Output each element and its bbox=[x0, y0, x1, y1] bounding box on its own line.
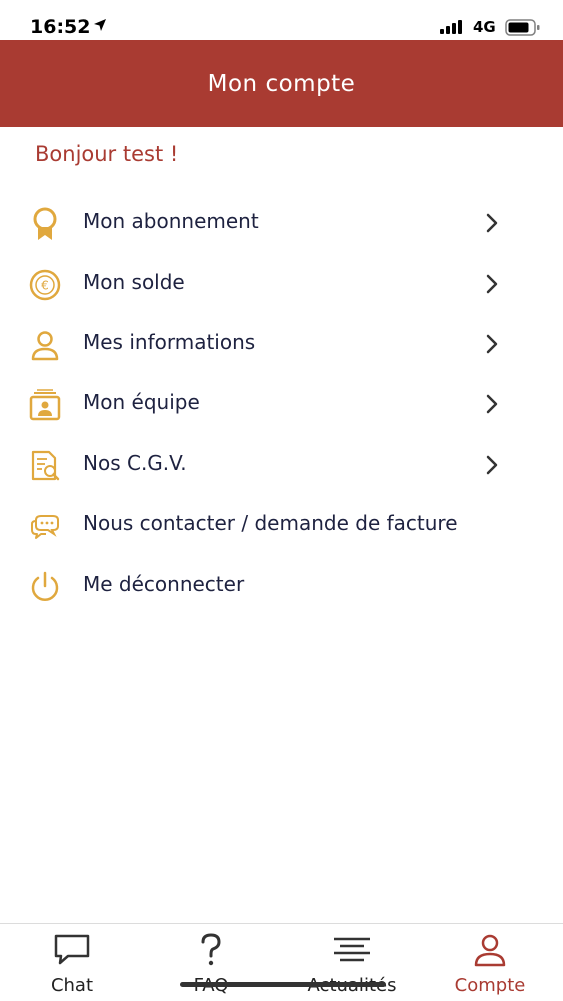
home-indicator[interactable] bbox=[180, 982, 386, 987]
power-icon bbox=[31, 571, 59, 601]
user-icon bbox=[474, 934, 506, 967]
menu-item-label: Mon équipe bbox=[83, 390, 200, 414]
tab-label: Chat bbox=[50, 975, 94, 996]
status-time: 16:52 bbox=[30, 16, 91, 38]
menu-item-label: Mon abonnement bbox=[83, 209, 259, 233]
document-search-icon bbox=[31, 450, 60, 481]
tab-compte[interactable]: Compte bbox=[420, 924, 560, 1001]
menu-item-contact[interactable]: Nous contacter / demande de facture bbox=[0, 497, 563, 553]
question-icon bbox=[201, 933, 221, 966]
tab-bar: Chat FAQ Actualités Compte bbox=[0, 923, 563, 1001]
chevron-right-icon bbox=[486, 334, 498, 354]
menu-item-label: Nos C.G.V. bbox=[83, 451, 187, 475]
greeting-text: Bonjour test ! bbox=[35, 142, 179, 166]
team-id-card-icon bbox=[29, 389, 61, 421]
menu-item-label: Nous contacter / demande de facture bbox=[83, 511, 458, 535]
menu-item-abonnement[interactable]: Mon abonnement bbox=[0, 195, 563, 251]
menu-item-equipe[interactable]: Mon équipe bbox=[0, 376, 563, 432]
menu-item-label: Me déconnecter bbox=[83, 572, 245, 596]
ribbon-badge-icon bbox=[33, 207, 57, 240]
user-icon bbox=[31, 331, 59, 361]
tab-faq[interactable]: FAQ bbox=[141, 924, 281, 1001]
chevron-right-icon bbox=[486, 213, 498, 233]
page-title: Mon compte bbox=[207, 70, 356, 97]
menu-item-cgv[interactable]: Nos C.G.V. bbox=[0, 437, 563, 493]
location-arrow-icon bbox=[94, 19, 106, 31]
menu-item-logout[interactable]: Me déconnecter bbox=[0, 558, 563, 614]
chat-bubbles-icon bbox=[31, 515, 59, 539]
chevron-right-icon bbox=[486, 455, 498, 475]
signal-icon bbox=[440, 20, 462, 34]
svg-text:€: € bbox=[41, 279, 49, 293]
euro-coin-icon: € bbox=[29, 269, 61, 301]
tab-chat[interactable]: Chat bbox=[2, 924, 142, 1001]
chevron-right-icon bbox=[486, 394, 498, 414]
tab-actualites[interactable]: Actualités bbox=[282, 924, 422, 1001]
chevron-right-icon bbox=[486, 274, 498, 294]
lines-icon bbox=[334, 937, 370, 962]
menu-item-informations[interactable]: Mes informations bbox=[0, 316, 563, 372]
battery-icon bbox=[505, 19, 540, 36]
menu-item-label: Mes informations bbox=[83, 330, 256, 354]
menu-item-label: Mon solde bbox=[83, 270, 185, 294]
chat-icon bbox=[54, 934, 90, 965]
status-bar: 16:52 4G bbox=[0, 0, 563, 40]
header-bar: Mon compte bbox=[0, 40, 563, 127]
menu-item-solde[interactable]: € Mon solde bbox=[0, 256, 563, 312]
network-type: 4G bbox=[473, 18, 496, 36]
tab-label: Compte bbox=[454, 975, 526, 996]
